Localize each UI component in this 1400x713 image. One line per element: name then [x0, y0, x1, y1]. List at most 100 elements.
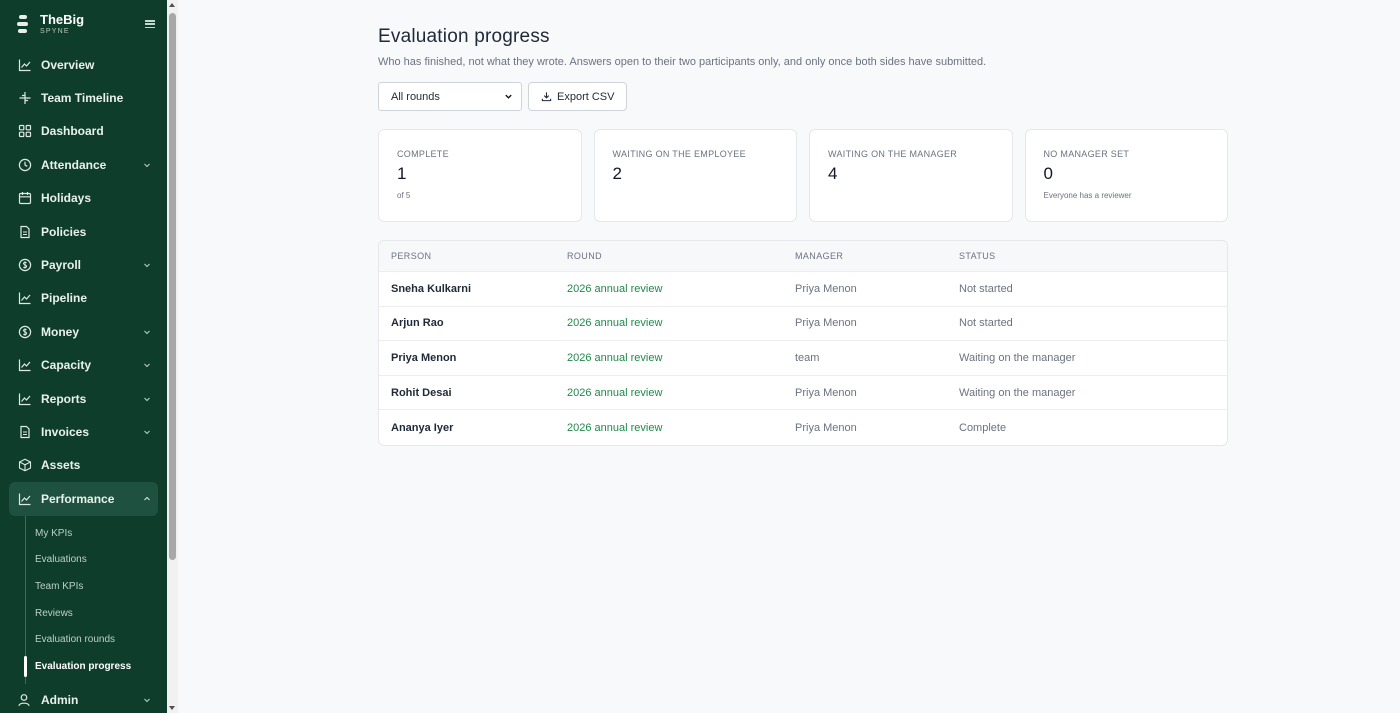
round-filter-value: All rounds [391, 90, 440, 103]
chevron-down-icon [143, 328, 151, 336]
stat-card-complete: Complete 1 of 5 [378, 129, 582, 222]
sidebar-item-pipeline[interactable]: Pipeline [0, 282, 167, 315]
sidebar-item-capacity[interactable]: Capacity [0, 349, 167, 382]
sidebar-item-label: Policies [41, 224, 87, 239]
brand-subtitle: SPYNE [40, 27, 70, 35]
column-header-manager: Manager [795, 251, 844, 261]
export-csv-button[interactable]: Export CSV [528, 82, 628, 111]
menu-toggle-icon[interactable] [145, 20, 155, 28]
cell-manager: team [795, 351, 820, 364]
table-row: Rohit Desai 2026 annual review Priya Menon… [379, 376, 1227, 411]
sidebar-item-label: Team Timeline [41, 91, 124, 106]
cell-manager: Priya Menon [795, 317, 857, 330]
chevron-down-icon [505, 94, 512, 99]
sidebar-item-overview[interactable]: Overview [0, 48, 167, 81]
timeline-icon [18, 91, 32, 105]
sidebar-item-label: Assets [41, 458, 81, 473]
cell-status: Waiting on the manager [959, 386, 1076, 399]
sidebar-nav: Overview Team Timeline Dashboard Attendance… [0, 48, 167, 517]
brand-name: TheBig [40, 11, 85, 27]
sidebar-item-attendance[interactable]: Attendance [0, 148, 167, 181]
table-row: Sneha Kulkarni 2026 annual review Priya Me… [379, 272, 1227, 307]
trend-icon [18, 392, 32, 406]
cell-person: Priya Menon [391, 351, 457, 364]
brand: TheBig SPYNE [0, 0, 167, 48]
sidebar-item-label: Attendance [41, 157, 107, 172]
subnav-item-evaluation-rounds[interactable]: Evaluation rounds [26, 626, 167, 653]
cell-round-link[interactable]: 2026 annual review [567, 387, 795, 399]
stat-card-waiting-employee: Waiting on the employee 2 [593, 129, 797, 222]
sidebar-item-reports[interactable]: Reports [0, 382, 167, 415]
sidebar-item-holidays[interactable]: Holidays [0, 182, 167, 215]
cell-status: Waiting on the manager [959, 351, 1076, 364]
sidebar-item-money[interactable]: Money [0, 315, 167, 348]
sidebar-item-label: Invoices [41, 424, 90, 439]
chevron-up-icon [143, 495, 151, 503]
cell-round-link[interactable]: 2026 annual review [567, 352, 795, 364]
sidebar-item-admin[interactable]: Admin [0, 684, 167, 713]
cell-status: Not started [959, 317, 1013, 330]
cell-person: Sneha Kulkarni [391, 282, 472, 295]
subnav-item-reviews[interactable]: Reviews [26, 600, 167, 627]
chevron-down-icon [143, 696, 151, 704]
subnav-item-my-kpis[interactable]: My KPIs [26, 520, 167, 547]
sidebar-item-label: Performance [41, 492, 115, 507]
sidebar-item-label: Capacity [41, 358, 92, 373]
sidebar-item-label: Payroll [41, 258, 82, 273]
stat-card-waiting-manager: Waiting on the manager 4 [809, 129, 1013, 222]
round-filter-select[interactable]: All rounds [378, 82, 522, 111]
cell-person: Ananya Iyer [391, 421, 454, 434]
page-subtitle: Who has finished, not what they wrote. A… [378, 56, 987, 68]
sidebar-item-payroll[interactable]: Payroll [0, 248, 167, 281]
sidebar-item-assets[interactable]: Assets [0, 449, 167, 482]
subnav-item-team-kpis[interactable]: Team KPIs [26, 573, 167, 600]
stat-value: 2 [612, 164, 622, 183]
cell-person: Rohit Desai [391, 386, 452, 399]
trend-icon [18, 492, 32, 506]
sidebar-item-policies[interactable]: Policies [0, 215, 167, 248]
sidebar-item-label: Admin [41, 693, 79, 708]
chevron-down-icon [143, 428, 151, 436]
cell-person: Arjun Rao [391, 317, 444, 330]
stat-value: 4 [828, 164, 838, 183]
column-header-person: Person [391, 251, 432, 261]
cell-round-link[interactable]: 2026 annual review [567, 317, 795, 329]
cell-manager: Priya Menon [795, 386, 857, 399]
cell-round-link[interactable]: 2026 annual review [567, 283, 795, 295]
trend-icon [18, 291, 32, 305]
stat-label: Waiting on the manager [828, 149, 958, 159]
chevron-down-icon [143, 361, 151, 369]
sidebar-item-dashboard[interactable]: Dashboard [0, 115, 167, 148]
chevron-down-icon [143, 261, 151, 269]
stat-card-no-manager: No manager set 0 Everyone has a reviewer [1024, 129, 1228, 222]
cell-status: Not started [959, 282, 1013, 295]
subnav-item-evaluations[interactable]: Evaluations [26, 547, 167, 574]
sidebar-nav-bottom: Admin [0, 684, 167, 713]
page-title: Evaluation progress [378, 26, 550, 47]
cell-round-link[interactable]: 2026 annual review [567, 422, 795, 434]
dollar-icon [18, 325, 32, 339]
calendar-icon [18, 191, 32, 205]
sidebar-item-invoices[interactable]: Invoices [0, 415, 167, 448]
cell-status: Complete [959, 421, 1007, 434]
stats-row: Complete 1 of 5 Waiting on the employee 2 Wai… [378, 129, 1228, 222]
sidebar-item-label: Pipeline [41, 291, 88, 306]
sidebar-item-team-timeline[interactable]: Team Timeline [0, 81, 167, 114]
scroll-thumb[interactable] [169, 13, 176, 560]
sidebar-item-performance[interactable]: Performance [9, 482, 158, 517]
scroll-up-icon[interactable] [169, 3, 175, 7]
table-body: Sneha Kulkarni 2026 annual review Priya Me… [379, 272, 1227, 445]
stat-note: Everyone has a reviewer [1043, 191, 1132, 200]
stat-label: No manager set [1043, 149, 1130, 159]
subnav-item-evaluation-progress[interactable]: Evaluation progress [24, 653, 167, 680]
document-icon [18, 425, 32, 439]
table-row: Ananya Iyer 2026 annual review Priya Menon… [379, 410, 1227, 445]
sidebar: TheBig SPYNE Overview Team Timeline Dashbo… [0, 0, 167, 713]
stat-label: Complete [397, 149, 449, 159]
grid-icon [18, 124, 32, 138]
sidebar-item-label: Dashboard [41, 124, 104, 139]
chevron-down-icon [143, 395, 151, 403]
main-content: Evaluation progress Who has finished, no… [378, 0, 1228, 446]
sidebar-scrollbar[interactable] [167, 0, 178, 713]
scroll-down-icon[interactable] [169, 706, 175, 710]
